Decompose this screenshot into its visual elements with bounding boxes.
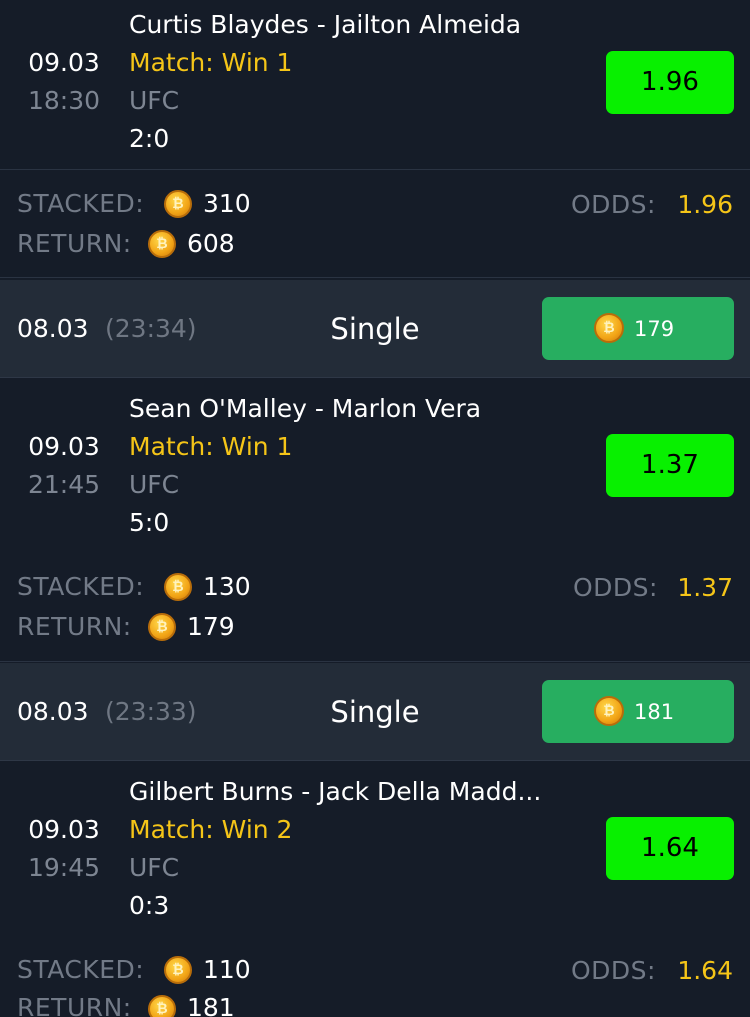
event-time: 21:45: [27, 470, 101, 499]
ticket-header[interactable]: 08.03 (23:34) Single ₿ 179: [0, 280, 750, 378]
ticket-date: 08.03: [17, 697, 89, 726]
event-teams: Sean O'Malley - Marlon Vera: [129, 394, 482, 423]
bet-history-list: 09.03 18:30 Curtis Blaydes - Jailton Alm…: [0, 0, 750, 1017]
stacked-value: 110: [203, 955, 251, 984]
coin-icon: ₿: [164, 573, 192, 601]
event-score: 2:0: [129, 124, 170, 153]
event-time: 19:45: [27, 853, 101, 882]
odds-value: 1.37: [677, 573, 733, 602]
return-value: 179: [187, 612, 235, 641]
event-teams: Gilbert Burns - Jack Della Madd...: [129, 777, 542, 806]
return-label: RETURN:: [17, 993, 132, 1017]
coin-icon: ₿: [148, 230, 176, 258]
coin-icon: ₿: [594, 696, 624, 726]
stacked-label: STACKED:: [17, 572, 145, 601]
odds-label: ODDS:: [571, 956, 656, 985]
bet-event-row[interactable]: 09.03 18:30 Curtis Blaydes - Jailton Alm…: [0, 0, 750, 170]
coin-icon: ₿: [164, 190, 192, 218]
odds-button[interactable]: 1.37: [606, 434, 734, 497]
odds-button[interactable]: 1.64: [606, 817, 734, 880]
event-league: UFC: [129, 470, 180, 499]
stacked-value: 130: [203, 572, 251, 601]
event-market: Match: Win 2: [129, 815, 293, 844]
ticket-win-button[interactable]: ₿ 181: [542, 680, 734, 743]
ticket-type: Single: [330, 312, 420, 346]
return-label: RETURN:: [17, 612, 132, 641]
ticket-type: Single: [330, 695, 420, 729]
ticket-win-button[interactable]: ₿ 179: [542, 297, 734, 360]
event-date: 09.03: [28, 815, 100, 844]
coin-icon: ₿: [148, 613, 176, 641]
event-market: Match: Win 1: [129, 432, 293, 461]
odds-button[interactable]: 1.96: [606, 51, 734, 114]
stacked-value: 310: [203, 189, 251, 218]
event-score: 5:0: [129, 508, 170, 537]
coin-icon: ₿: [148, 995, 176, 1017]
bet-stake-summary: STACKED: ₿ 310 RETURN: ₿ 608 ODDS: 1.96: [0, 170, 750, 278]
stacked-label: STACKED:: [17, 955, 145, 984]
event-teams: Curtis Blaydes - Jailton Almeida: [129, 10, 522, 39]
event-league: UFC: [129, 86, 180, 115]
return-value: 181: [187, 993, 235, 1017]
event-date: 09.03: [28, 48, 100, 77]
coin-icon: ₿: [594, 313, 624, 343]
event-date: 09.03: [28, 432, 100, 461]
bet-stake-summary: STACKED: ₿ 110 RETURN: ₿ 181 ODDS: 1.64: [0, 937, 750, 1017]
odds-value: 1.64: [677, 956, 733, 985]
ticket-date: 08.03: [17, 314, 89, 343]
stacked-label: STACKED:: [17, 189, 145, 218]
event-score: 0:3: [129, 891, 170, 920]
return-value: 608: [187, 229, 235, 258]
bet-event-row[interactable]: 09.03 19:45 Gilbert Burns - Jack Della M…: [0, 761, 750, 938]
ticket-win-value: 179: [634, 317, 675, 341]
ticket-time: (23:33): [105, 697, 197, 726]
event-market: Match: Win 1: [129, 48, 293, 77]
ticket-time: (23:34): [105, 314, 197, 343]
bet-stake-summary: STACKED: ₿ 130 RETURN: ₿ 179 ODDS: 1.37: [0, 554, 750, 662]
coin-icon: ₿: [164, 956, 192, 984]
odds-label: ODDS:: [573, 573, 658, 602]
odds-label: ODDS:: [571, 190, 656, 219]
event-league: UFC: [129, 853, 180, 882]
bet-event-row[interactable]: 09.03 21:45 Sean O'Malley - Marlon Vera …: [0, 378, 750, 555]
odds-value: 1.96: [677, 190, 733, 219]
ticket-header[interactable]: 08.03 (23:33) Single ₿ 181: [0, 663, 750, 761]
ticket-win-value: 181: [634, 700, 675, 724]
event-time: 18:30: [27, 86, 101, 115]
return-label: RETURN:: [17, 229, 132, 258]
